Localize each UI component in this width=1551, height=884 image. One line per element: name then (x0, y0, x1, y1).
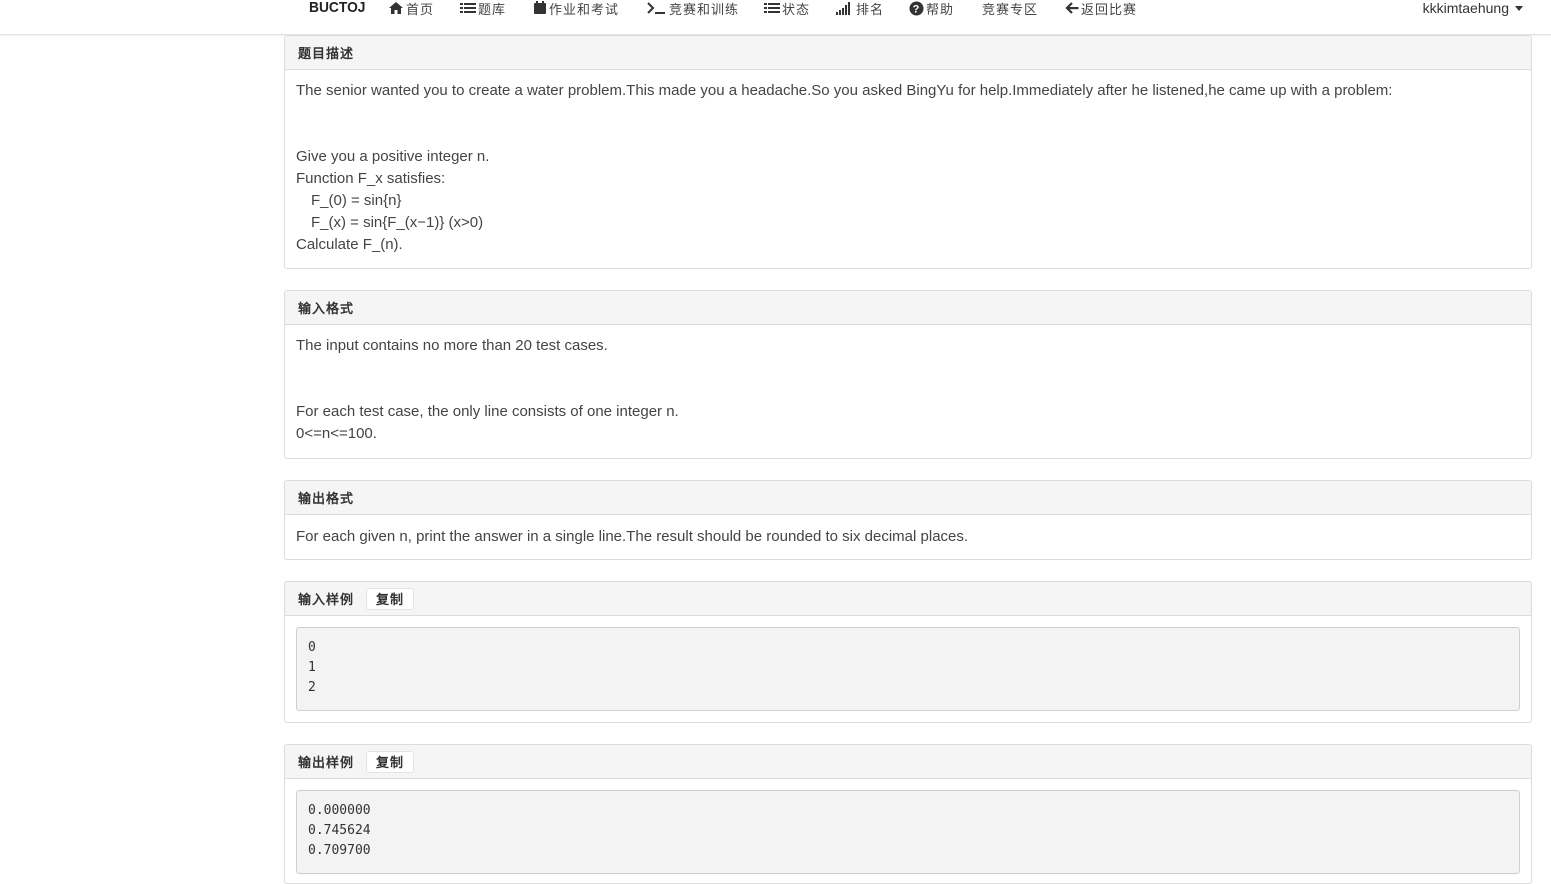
nav-status[interactable]: 状态 (764, 0, 810, 18)
output-format-title: 输出格式 (298, 492, 355, 507)
nav-back-to-contest[interactable]: 返回比赛 (1065, 0, 1137, 18)
svg-text:?: ? (913, 3, 921, 15)
nav-contests[interactable]: 竞赛和训练 (647, 0, 739, 18)
list-check-icon (764, 2, 780, 14)
description-body: The senior wanted you to create a water … (285, 70, 1531, 256)
nav-home-label: 首页 (406, 2, 435, 18)
nav-back-to-contest-label: 返回比赛 (1081, 2, 1138, 18)
nav-help[interactable]: ? 帮助 (909, 0, 954, 18)
copy-sample-input-button[interactable]: 复制 (366, 587, 415, 610)
input-format-heading: 输入格式 (285, 291, 1531, 325)
calendar-icon (533, 1, 547, 15)
sample-input-code[interactable]: 0 1 2 (296, 627, 1520, 711)
nav-contest-zone-label: 竞赛专区 (982, 2, 1039, 18)
signal-icon (836, 1, 854, 15)
sample-input-title: 输入样例 (298, 593, 355, 608)
home-icon (388, 1, 404, 15)
nav-contests-label: 竞赛和训练 (669, 2, 740, 18)
terminal-icon (647, 1, 667, 15)
input-format-panel: 输入格式 The input contains no more than 20 … (284, 290, 1532, 459)
nav-status-label: 状态 (782, 2, 811, 18)
input-format-line-1: The input contains no more than 20 test … (296, 337, 608, 354)
arrow-left-icon (1065, 1, 1079, 15)
output-format-body: For each given n, print the answer in a … (285, 515, 1531, 548)
input-format-body: The input contains no more than 20 test … (285, 325, 1531, 445)
sample-input-heading: 输入样例 复制 (285, 582, 1531, 616)
sample-output-heading: 输出样例 复制 (285, 745, 1531, 779)
username: kkkimtaehung (1422, 0, 1509, 16)
question-circle-icon: ? (909, 1, 924, 16)
description-line-3: F_(0) = sin{n} (311, 192, 402, 209)
nav-help-label: 帮助 (926, 2, 955, 18)
input-format-line-3: 0<=n<=100. (296, 425, 377, 442)
nav-problems[interactable]: 题库 (460, 0, 506, 18)
caret-down-icon (1515, 5, 1523, 11)
input-format-title: 输入格式 (298, 302, 355, 317)
nav-homework[interactable]: 作业和考试 (533, 0, 619, 18)
sample-output-code[interactable]: 0.000000 0.745624 0.709700 (296, 790, 1520, 874)
nav-homework-label: 作业和考试 (549, 2, 620, 18)
description-line-2: Function F_x satisfies: (296, 170, 446, 187)
description-heading: 题目描述 (285, 36, 1531, 70)
nav-contest-zone[interactable]: 竞赛专区 (982, 0, 1038, 18)
description-line-4: F_(x) = sin{F_(x−1)} (x>0) (311, 214, 484, 231)
description-line-5: Calculate F_(n). (296, 236, 403, 253)
nav-menu: 首页 题库 作业和考试 竞赛和训练 状态 排名 ? 帮助 竞赛专区 返回比赛 (0, 0, 1551, 22)
user-menu-dropdown[interactable]: kkkimtaehung (1423, 0, 1523, 18)
output-format-panel: 输出格式 For each given n, print the answer … (284, 480, 1532, 560)
list-icon (460, 2, 476, 14)
nav-home[interactable]: 首页 (388, 0, 434, 18)
description-line-1: Give you a positive integer n. (296, 148, 490, 165)
input-format-line-2: For each test case, the only line consis… (296, 403, 679, 420)
description-intro: The senior wanted you to create a water … (296, 82, 1393, 99)
nav-ranking[interactable]: 排名 (836, 0, 884, 18)
description-panel: 题目描述 The senior wanted you to create a w… (284, 35, 1532, 269)
nav-problems-label: 题库 (478, 2, 507, 18)
output-format-line-1: For each given n, print the answer in a … (296, 528, 969, 545)
nav-ranking-label: 排名 (856, 2, 885, 18)
sample-output-panel: 输出样例 复制 0.000000 0.745624 0.709700 (284, 744, 1532, 884)
top-navbar: BUCTOJ 首页 题库 作业和考试 竞赛和训练 状态 排名 ? 帮助 竞赛专区… (0, 0, 1551, 35)
description-title: 题目描述 (298, 47, 355, 62)
copy-sample-output-button[interactable]: 复制 (366, 750, 415, 773)
sample-output-title: 输出样例 (298, 756, 355, 771)
sample-input-panel: 输入样例 复制 0 1 2 (284, 581, 1532, 723)
output-format-heading: 输出格式 (285, 481, 1531, 515)
